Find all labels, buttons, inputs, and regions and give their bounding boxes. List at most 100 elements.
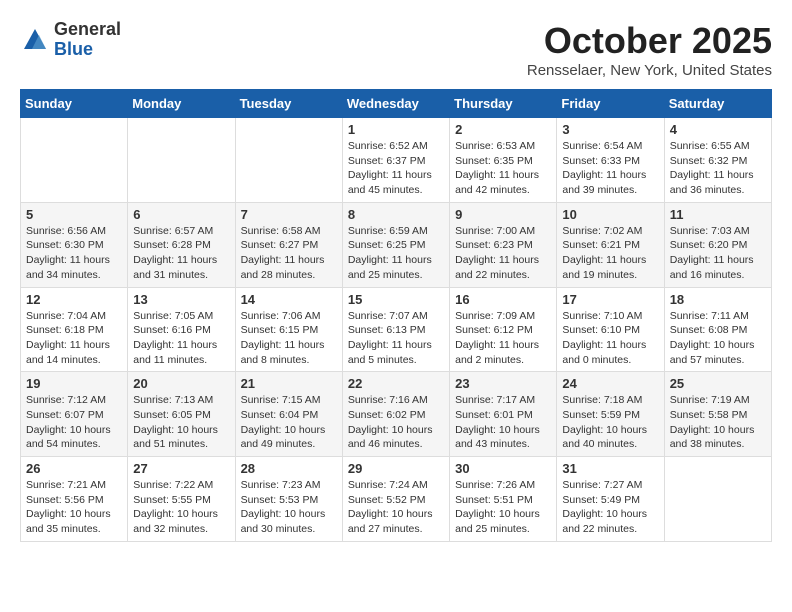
weekday-header-friday: Friday [557,90,664,118]
day-number: 8 [348,207,444,222]
day-number: 10 [562,207,658,222]
calendar-cell [128,118,235,203]
day-info: Sunrise: 6:57 AM Sunset: 6:28 PM Dayligh… [133,224,229,283]
calendar-cell: 1 Sunrise: 6:52 AM Sunset: 6:37 PM Daylig… [342,118,449,203]
day-info: Sunrise: 7:19 AM Sunset: 5:58 PM Dayligh… [670,393,766,452]
day-info: Sunrise: 7:10 AM Sunset: 6:10 PM Dayligh… [562,309,658,368]
calendar-cell: 10 Sunrise: 7:02 AM Sunset: 6:21 PM Dayli… [557,202,664,287]
calendar-cell: 29Sunrise: 7:24 AM Sunset: 5:52 PM Dayli… [342,457,449,542]
calendar-cell: 21 Sunrise: 7:15 AM Sunset: 6:04 PM Dayli… [235,372,342,457]
calendar-cell: 26 Sunrise: 7:21 AM Sunset: 5:56 PM Dayli… [21,457,128,542]
calendar-cell: 16Sunrise: 7:09 AM Sunset: 6:12 PM Dayli… [450,287,557,372]
day-info: Sunrise: 7:24 AM Sunset: 5:52 PM Dayligh… [348,478,444,537]
day-info: Sunrise: 7:18 AM Sunset: 5:59 PM Dayligh… [562,393,658,452]
day-info: Sunrise: 7:21 AM Sunset: 5:56 PM Dayligh… [26,478,122,537]
day-info: Sunrise: 6:53 AM Sunset: 6:35 PM Dayligh… [455,139,551,198]
day-info: Sunrise: 7:11 AM Sunset: 6:08 PM Dayligh… [670,309,766,368]
calendar-cell: 2 Sunrise: 6:53 AM Sunset: 6:35 PM Daylig… [450,118,557,203]
day-number: 22 [348,376,444,391]
calendar-cell [664,457,771,542]
day-info: Sunrise: 7:23 AM Sunset: 5:53 PM Dayligh… [241,478,337,537]
calendar-cell: 25 Sunrise: 7:19 AM Sunset: 5:58 PM Dayli… [664,372,771,457]
day-info: Sunrise: 6:56 AM Sunset: 6:30 PM Dayligh… [26,224,122,283]
day-info: Sunrise: 7:17 AM Sunset: 6:01 PM Dayligh… [455,393,551,452]
calendar-cell: 14Sunrise: 7:06 AM Sunset: 6:15 PM Dayli… [235,287,342,372]
calendar-table: SundayMondayTuesdayWednesdayThursdayFrid… [20,89,772,542]
day-number: 19 [26,376,122,391]
calendar-cell: 7 Sunrise: 6:58 AM Sunset: 6:27 PM Daylig… [235,202,342,287]
calendar-week-row: 26 Sunrise: 7:21 AM Sunset: 5:56 PM Dayli… [21,457,772,542]
logo-text: General Blue [54,20,121,60]
day-info: Sunrise: 7:05 AM Sunset: 6:16 PM Dayligh… [133,309,229,368]
day-number: 13 [133,292,229,307]
calendar-cell: 27Sunrise: 7:22 AM Sunset: 5:55 PM Dayli… [128,457,235,542]
day-info: Sunrise: 6:52 AM Sunset: 6:37 PM Dayligh… [348,139,444,198]
calendar-cell: 23Sunrise: 7:17 AM Sunset: 6:01 PM Dayli… [450,372,557,457]
weekday-header-saturday: Saturday [664,90,771,118]
calendar-cell: 31Sunrise: 7:27 AM Sunset: 5:49 PM Dayli… [557,457,664,542]
calendar-cell: 9Sunrise: 7:00 AM Sunset: 6:23 PM Daylig… [450,202,557,287]
day-number: 12 [26,292,122,307]
weekday-header-wednesday: Wednesday [342,90,449,118]
day-info: Sunrise: 7:02 AM Sunset: 6:21 PM Dayligh… [562,224,658,283]
calendar-week-row: 19 Sunrise: 7:12 AM Sunset: 6:07 PM Dayli… [21,372,772,457]
day-number: 28 [241,461,337,476]
day-number: 25 [670,376,766,391]
day-info: Sunrise: 7:26 AM Sunset: 5:51 PM Dayligh… [455,478,551,537]
day-info: Sunrise: 7:04 AM Sunset: 6:18 PM Dayligh… [26,309,122,368]
weekday-header-monday: Monday [128,90,235,118]
calendar-cell: 8Sunrise: 6:59 AM Sunset: 6:25 PM Daylig… [342,202,449,287]
day-info: Sunrise: 7:16 AM Sunset: 6:02 PM Dayligh… [348,393,444,452]
weekday-header-tuesday: Tuesday [235,90,342,118]
day-number: 18 [670,292,766,307]
day-number: 24 [562,376,658,391]
calendar-cell: 15 Sunrise: 7:07 AM Sunset: 6:13 PM Dayli… [342,287,449,372]
day-number: 17 [562,292,658,307]
month-title: October 2025 [527,20,772,62]
calendar-cell: 18 Sunrise: 7:11 AM Sunset: 6:08 PM Dayli… [664,287,771,372]
day-info: Sunrise: 6:58 AM Sunset: 6:27 PM Dayligh… [241,224,337,283]
day-number: 2 [455,122,551,137]
day-info: Sunrise: 7:13 AM Sunset: 6:05 PM Dayligh… [133,393,229,452]
title-area: October 2025 Rensselaer, New York, Unite… [527,20,772,79]
day-number: 26 [26,461,122,476]
day-number: 4 [670,122,766,137]
day-number: 3 [562,122,658,137]
day-number: 15 [348,292,444,307]
day-number: 20 [133,376,229,391]
location-label: Rensselaer, New York, United States [527,62,772,79]
day-info: Sunrise: 7:27 AM Sunset: 5:49 PM Dayligh… [562,478,658,537]
calendar-cell: 22 Sunrise: 7:16 AM Sunset: 6:02 PM Dayli… [342,372,449,457]
calendar-cell: 6 Sunrise: 6:57 AM Sunset: 6:28 PM Daylig… [128,202,235,287]
calendar-cell: 20 Sunrise: 7:13 AM Sunset: 6:05 PM Dayli… [128,372,235,457]
day-info: Sunrise: 6:55 AM Sunset: 6:32 PM Dayligh… [670,139,766,198]
page-header: General Blue October 2025 Rensselaer, Ne… [20,20,772,79]
day-info: Sunrise: 7:15 AM Sunset: 6:04 PM Dayligh… [241,393,337,452]
calendar-cell: 28 Sunrise: 7:23 AM Sunset: 5:53 PM Dayli… [235,457,342,542]
calendar-cell: 4 Sunrise: 6:55 AM Sunset: 6:32 PM Daylig… [664,118,771,203]
logo-general-label: General [54,20,121,40]
logo-blue-label: Blue [54,40,121,60]
day-number: 7 [241,207,337,222]
day-info: Sunrise: 7:07 AM Sunset: 6:13 PM Dayligh… [348,309,444,368]
day-info: Sunrise: 7:22 AM Sunset: 5:55 PM Dayligh… [133,478,229,537]
day-info: Sunrise: 7:06 AM Sunset: 6:15 PM Dayligh… [241,309,337,368]
logo-icon [20,25,50,55]
calendar-week-row: 5Sunrise: 6:56 AM Sunset: 6:30 PM Daylig… [21,202,772,287]
calendar-cell: 11Sunrise: 7:03 AM Sunset: 6:20 PM Dayli… [664,202,771,287]
day-number: 16 [455,292,551,307]
calendar-cell: 5Sunrise: 6:56 AM Sunset: 6:30 PM Daylig… [21,202,128,287]
calendar-cell: 19 Sunrise: 7:12 AM Sunset: 6:07 PM Dayli… [21,372,128,457]
day-number: 6 [133,207,229,222]
calendar-cell: 13 Sunrise: 7:05 AM Sunset: 6:16 PM Dayli… [128,287,235,372]
calendar-cell [21,118,128,203]
day-number: 1 [348,122,444,137]
day-info: Sunrise: 7:00 AM Sunset: 6:23 PM Dayligh… [455,224,551,283]
calendar-cell [235,118,342,203]
day-number: 21 [241,376,337,391]
day-number: 30 [455,461,551,476]
logo: General Blue [20,20,121,60]
calendar-cell: 24 Sunrise: 7:18 AM Sunset: 5:59 PM Dayli… [557,372,664,457]
weekday-header-thursday: Thursday [450,90,557,118]
day-info: Sunrise: 7:12 AM Sunset: 6:07 PM Dayligh… [26,393,122,452]
